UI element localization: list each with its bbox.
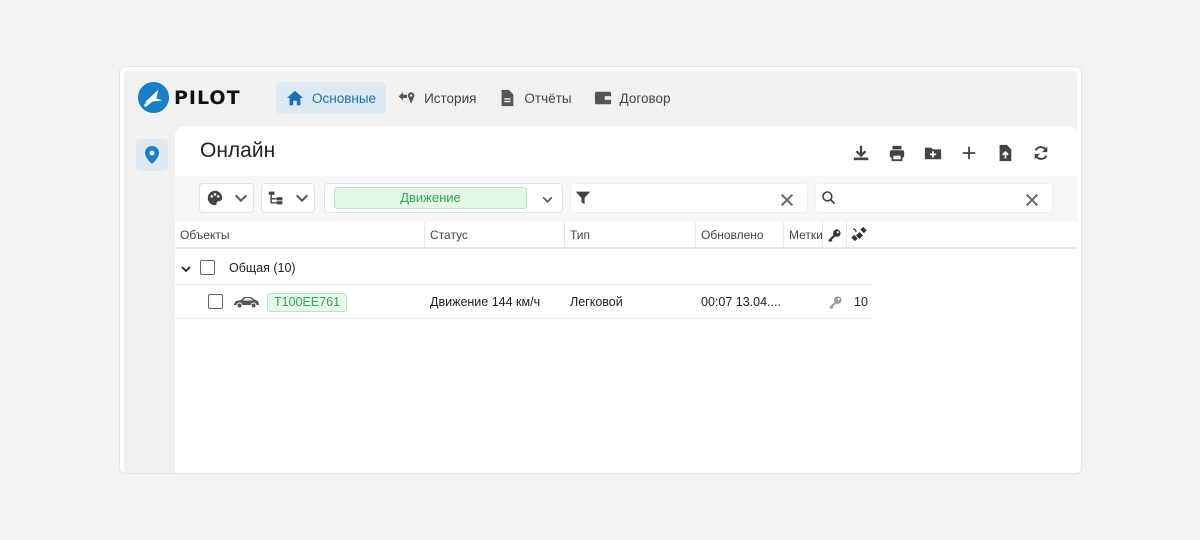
column-status[interactable]: Статус	[425, 222, 565, 249]
nav-item-label: Основные	[312, 90, 377, 106]
car-icon	[234, 297, 259, 309]
row-satellites: 10	[854, 295, 868, 309]
clear-icon[interactable]	[1024, 192, 1040, 208]
online-panel: Онлайн Движение Объекты Статус Тип Обнов…	[175, 126, 1077, 473]
filter-icon	[575, 191, 591, 205]
plus-icon	[962, 146, 976, 160]
sidebar-item-map[interactable]	[136, 139, 168, 171]
row-updated: 00:07 13.04....	[701, 295, 781, 309]
nav-item-label: Договор	[619, 90, 671, 106]
column-key[interactable]	[823, 222, 847, 249]
chevron-down-icon	[542, 196, 553, 203]
filter-input[interactable]	[570, 183, 808, 213]
column-updated[interactable]: Обновлено	[696, 222, 784, 249]
download-button[interactable]	[843, 141, 879, 165]
download-icon	[853, 145, 869, 161]
table-header: Объекты Статус Тип Обновлено Метки	[175, 222, 1077, 249]
map-pin-icon	[145, 146, 159, 164]
column-objects[interactable]: Объекты	[175, 222, 425, 249]
panel-toolbar	[843, 141, 1059, 165]
search-icon	[822, 191, 836, 205]
table-row[interactable]: Т100ЕЕ761 Движение 144 км/ч Легковой 00:…	[175, 285, 872, 319]
nav-item-history[interactable]: История	[388, 82, 486, 114]
group-label: Общая (10)	[229, 261, 296, 275]
app-frame: PILOT Основные История Отчёты Договор Он…	[119, 66, 1082, 474]
vehicle-plate[interactable]: Т100ЕЕ761	[267, 293, 348, 312]
search-input[interactable]	[815, 183, 1053, 213]
logo-text: PILOT	[174, 86, 241, 109]
pilot-logo-icon	[137, 81, 170, 114]
nav-item-contract[interactable]: Договор	[584, 82, 681, 114]
column-satellites[interactable]	[847, 222, 872, 249]
nav-item-label: История	[424, 90, 477, 106]
nav-item-label: Отчёты	[524, 90, 572, 106]
add-folder-button[interactable]	[915, 141, 951, 165]
refresh-button[interactable]	[1023, 141, 1059, 165]
home-icon	[286, 90, 304, 106]
nav-item-reports[interactable]: Отчёты	[488, 82, 581, 114]
palette-icon	[207, 190, 223, 206]
key-icon	[829, 296, 842, 309]
palette-dropdown[interactable]	[199, 183, 254, 213]
chevron-down-icon[interactable]	[180, 263, 192, 275]
folder-add-icon	[924, 147, 942, 160]
row-type: Легковой	[570, 295, 623, 309]
satellite-icon	[851, 226, 867, 242]
top-nav: Основные История Отчёты Договор	[276, 82, 683, 114]
row-status: Движение 144 км/ч	[430, 295, 541, 309]
chevron-down-icon	[234, 194, 248, 203]
column-tags[interactable]: Метки	[784, 222, 823, 249]
nav-item-main[interactable]: Основные	[276, 82, 387, 114]
clear-icon[interactable]	[779, 192, 795, 208]
refresh-icon	[1034, 146, 1048, 160]
import-button[interactable]	[987, 141, 1023, 165]
print-icon	[889, 145, 905, 162]
column-type[interactable]: Тип	[565, 222, 696, 249]
wallet-icon	[594, 91, 611, 105]
page-title: Онлайн	[200, 139, 276, 162]
tree-icon	[268, 191, 283, 205]
print-button[interactable]	[879, 141, 915, 165]
history-icon	[398, 92, 415, 104]
row-checkbox[interactable]	[208, 294, 223, 309]
add-button[interactable]	[951, 141, 987, 165]
logo[interactable]: PILOT	[137, 81, 241, 114]
group-checkbox[interactable]	[200, 260, 215, 275]
status-filter-tag: Движение	[334, 187, 527, 209]
report-icon	[502, 89, 514, 107]
file-upload-icon	[999, 144, 1012, 162]
app-window: PILOT Основные История Отчёты Договор Он…	[124, 71, 1077, 473]
tree-view-dropdown[interactable]	[261, 183, 315, 213]
filters-bar: Движение	[175, 176, 1077, 222]
chevron-down-icon	[295, 194, 309, 203]
key-icon	[828, 229, 841, 242]
status-filter-select[interactable]: Движение	[324, 183, 563, 213]
group-row[interactable]: Общая (10)	[175, 251, 872, 285]
